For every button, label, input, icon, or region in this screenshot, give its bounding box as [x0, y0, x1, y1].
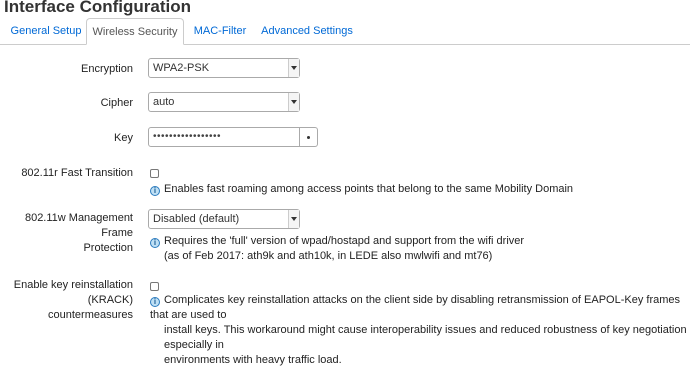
encryption-select[interactable]: WPA2-PSK: [148, 58, 300, 78]
key-label: Key: [114, 132, 133, 144]
page-title: Interface Configuration: [4, 0, 192, 16]
tab-mac-filter[interactable]: MAC-Filter: [190, 18, 250, 44]
mgmt-frame-value: Disabled (default): [153, 213, 240, 225]
krack-checkbox[interactable]: [150, 282, 159, 291]
krack-help: i Complicates key reinstallation attacks …: [150, 294, 687, 366]
tab-general-setup[interactable]: General Setup: [8, 18, 84, 44]
fast-transition-label: 802.11r Fast Transition: [21, 167, 133, 179]
mgmt-frame-label: 802.11w Management Frame Protection: [24, 212, 133, 254]
info-icon: i: [150, 297, 160, 307]
key-input[interactable]: •••••••••••••••••: [148, 127, 300, 147]
chevron-down-icon: [288, 93, 299, 111]
mgmt-frame-select[interactable]: Disabled (default): [148, 209, 300, 229]
cipher-label: Cipher: [100, 97, 133, 109]
encryption-value: WPA2-PSK: [153, 62, 210, 74]
info-icon: i: [150, 186, 160, 196]
info-icon: i: [150, 238, 160, 248]
mgmt-frame-help: i Requires the 'full' version of wpad/hos…: [150, 234, 690, 264]
encryption-label: Encryption: [81, 63, 133, 75]
tab-wireless-security[interactable]: Wireless Security: [86, 18, 184, 45]
fast-transition-checkbox[interactable]: [150, 169, 159, 178]
tab-bar: General Setup Wireless Security MAC-Filt…: [0, 18, 690, 45]
krack-label: Enable key reinstallation (KRACK) counte…: [13, 279, 133, 321]
fast-transition-help: i Enables fast roaming among access point…: [150, 182, 690, 197]
cipher-select[interactable]: auto: [148, 92, 300, 112]
cipher-value: auto: [153, 96, 175, 108]
tab-advanced-settings[interactable]: Advanced Settings: [260, 18, 354, 44]
chevron-down-icon: [288, 210, 299, 228]
dot-icon: [307, 135, 310, 139]
reveal-password-button[interactable]: [300, 127, 318, 147]
chevron-down-icon: [288, 59, 299, 77]
